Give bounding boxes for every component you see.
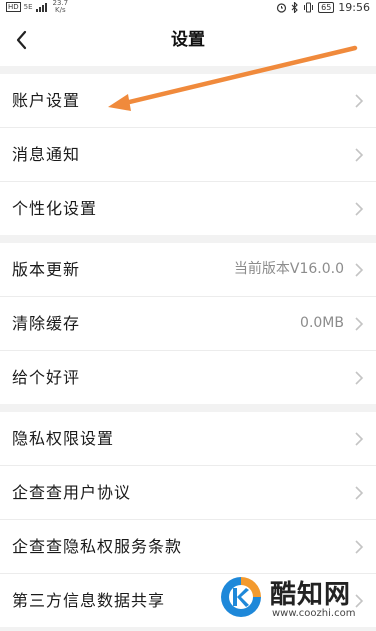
row-clear-cache[interactable]: 清除缓存 0.0MB xyxy=(0,297,376,351)
vibrate-icon xyxy=(304,2,314,12)
coozhi-logo-icon xyxy=(219,575,263,619)
bluetooth-icon xyxy=(291,1,298,13)
row-privacy-terms[interactable]: 企查查隐私权服务条款 xyxy=(0,520,376,574)
chevron-right-icon xyxy=(355,540,364,554)
network-speed: 23.7 K/s xyxy=(53,0,69,14)
chevron-right-icon xyxy=(355,202,364,216)
watermark: 酷知网 www.coozhi.com xyxy=(218,572,368,624)
settings-group-account: 账户设置 消息通知 个性化设置 xyxy=(0,74,376,235)
row-privacy-permissions[interactable]: 隐私权限设置 xyxy=(0,412,376,466)
row-give-rating[interactable]: 给个好评 xyxy=(0,351,376,404)
row-label: 企查查隐私权服务条款 xyxy=(12,537,183,556)
settings-group-app: 版本更新 当前版本V16.0.0 清除缓存 0.0MB 给个好评 xyxy=(0,243,376,404)
row-personalization-settings[interactable]: 个性化设置 xyxy=(0,182,376,235)
alarm-icon xyxy=(277,2,287,13)
chevron-right-icon xyxy=(355,371,364,385)
chevron-right-icon xyxy=(355,263,364,277)
row-label: 消息通知 xyxy=(12,145,81,164)
status-time: 19:56 xyxy=(338,0,370,14)
row-label: 个性化设置 xyxy=(12,199,98,218)
row-value-cache-size: 0.0MB xyxy=(300,315,344,331)
chevron-right-icon xyxy=(355,486,364,500)
speed-unit: K/s xyxy=(55,6,66,14)
row-user-agreement[interactable]: 企查查用户协议 xyxy=(0,466,376,520)
row-version-update[interactable]: 版本更新 当前版本V16.0.0 xyxy=(0,243,376,297)
hd-badge: HD xyxy=(6,2,21,12)
row-label: 第三方信息数据共享 xyxy=(12,591,166,610)
row-label: 隐私权限设置 xyxy=(12,429,115,448)
page-title: 设置 xyxy=(171,30,205,50)
chevron-right-icon xyxy=(355,148,364,162)
row-label: 企查查用户协议 xyxy=(12,483,132,502)
row-message-notifications[interactable]: 消息通知 xyxy=(0,128,376,182)
row-label: 给个好评 xyxy=(12,368,81,387)
chevron-right-icon xyxy=(355,432,364,446)
row-label: 版本更新 xyxy=(12,260,81,279)
network-type: 5E xyxy=(23,2,33,11)
battery-indicator: 65 xyxy=(318,1,335,13)
row-value-version: 当前版本V16.0.0 xyxy=(233,261,344,277)
row-label: 清除缓存 xyxy=(12,314,81,333)
chevron-right-icon xyxy=(355,317,364,331)
chevron-right-icon xyxy=(355,94,364,108)
nav-bar: 设置 xyxy=(0,14,376,66)
row-label: 账户设置 xyxy=(12,91,81,110)
watermark-url: www.coozhi.com xyxy=(272,608,356,619)
signal-icon xyxy=(35,3,47,12)
status-left: HD 5E 23.7 K/s xyxy=(6,0,68,14)
status-right: 65 19:56 xyxy=(276,0,370,14)
row-account-settings[interactable]: 账户设置 xyxy=(0,74,376,128)
status-bar: HD 5E 23.7 K/s 65 19:56 xyxy=(0,0,376,14)
watermark-name: 酷知网 xyxy=(270,580,352,610)
